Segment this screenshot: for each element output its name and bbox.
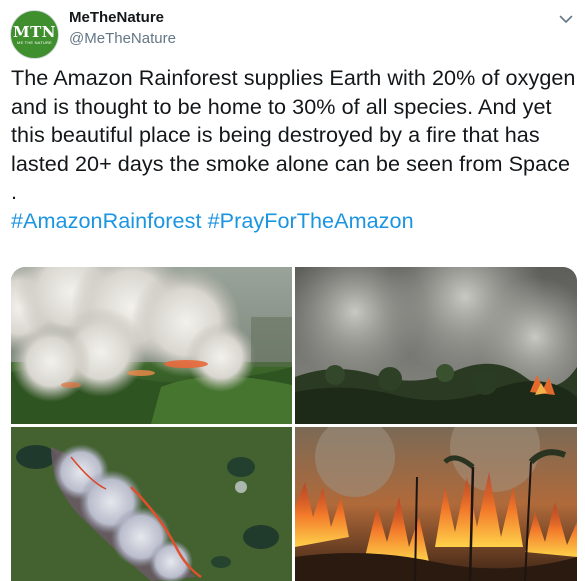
tweet-media-grid (11, 267, 577, 581)
hashtag-link-amazonrainforest[interactable]: #AmazonRainforest (11, 208, 202, 233)
author-display-name[interactable]: MeTheNature (69, 9, 164, 26)
photo-aerial-smoke-plume[interactable] (11, 267, 292, 424)
tweet-body: The Amazon Rainforest supplies Earth wit… (11, 65, 576, 204)
hashtag-link-prayfortheamazon[interactable]: #PrayForTheAmazon (208, 208, 414, 233)
author-avatar[interactable]: MTN ME THE NATURE (10, 10, 59, 59)
author-handle[interactable]: @MeTheNature (69, 30, 176, 47)
photo-satellite-fire[interactable] (11, 427, 292, 581)
tweet-text: The Amazon Rainforest supplies Earth wit… (11, 64, 579, 235)
chevron-down-icon[interactable] (557, 10, 575, 28)
avatar-subtext: ME THE NATURE (17, 39, 52, 45)
avatar-monogram: MTN (13, 22, 56, 41)
tweet-hashtags: #AmazonRainforest #PrayForTheAmazon (11, 207, 579, 236)
photo-burning-forest-smoke[interactable] (295, 267, 577, 424)
photo-forest-flames[interactable] (295, 427, 577, 581)
